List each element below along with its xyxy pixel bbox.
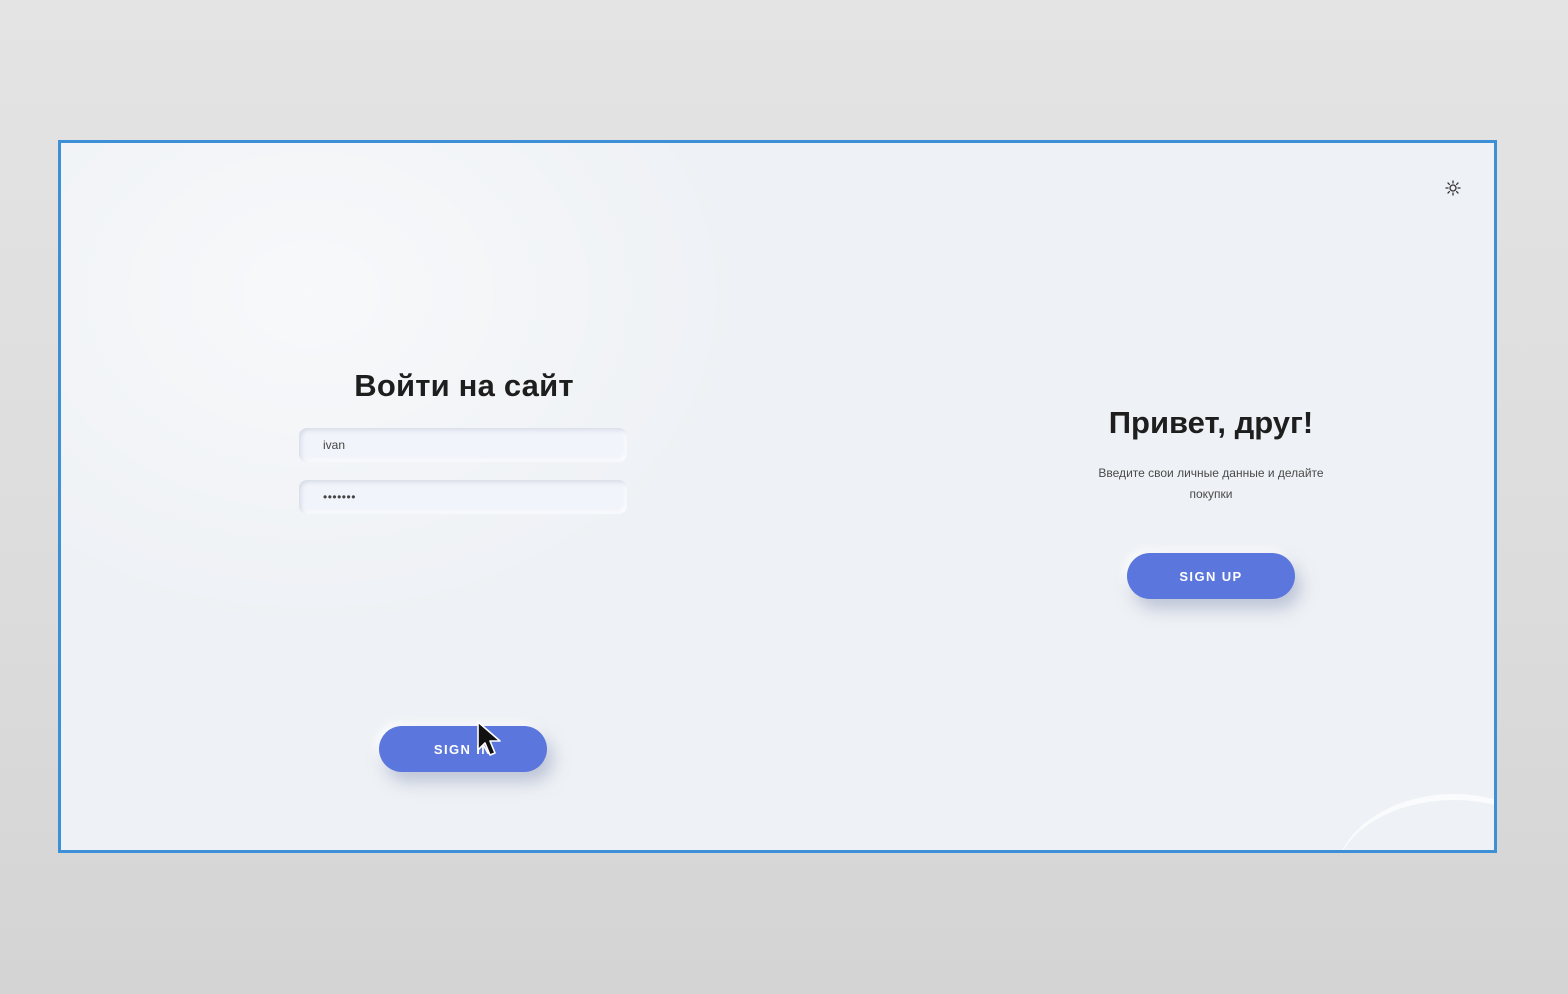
signup-title: Привет, друг! xyxy=(1108,405,1314,440)
signin-form: Войти на сайт ivan ••••••• SIGN IN xyxy=(299,368,629,772)
theme-toggle-button[interactable] xyxy=(1442,177,1464,199)
signup-description: Введите свои личные данные и делайте пок… xyxy=(1098,466,1324,501)
signup-panel: Привет, друг! Введите свои личные данные… xyxy=(1041,405,1381,599)
password-value: ••••••• xyxy=(323,490,356,504)
signup-button[interactable]: SIGN UP xyxy=(1127,553,1295,599)
signin-button-label: SIGN IN xyxy=(433,741,493,757)
username-value: ivan xyxy=(323,438,346,452)
signin-button[interactable]: SIGN IN xyxy=(379,721,547,772)
signin-title: Войти на сайт xyxy=(354,368,574,403)
signup-button-label: SIGN UP xyxy=(1179,568,1243,584)
username-input[interactable]: ivan xyxy=(299,428,627,462)
app-window: Войти на сайт ivan ••••••• SIGN IN Приве… xyxy=(58,140,1497,853)
password-input[interactable]: ••••••• xyxy=(299,480,627,514)
sun-icon xyxy=(1445,180,1461,196)
